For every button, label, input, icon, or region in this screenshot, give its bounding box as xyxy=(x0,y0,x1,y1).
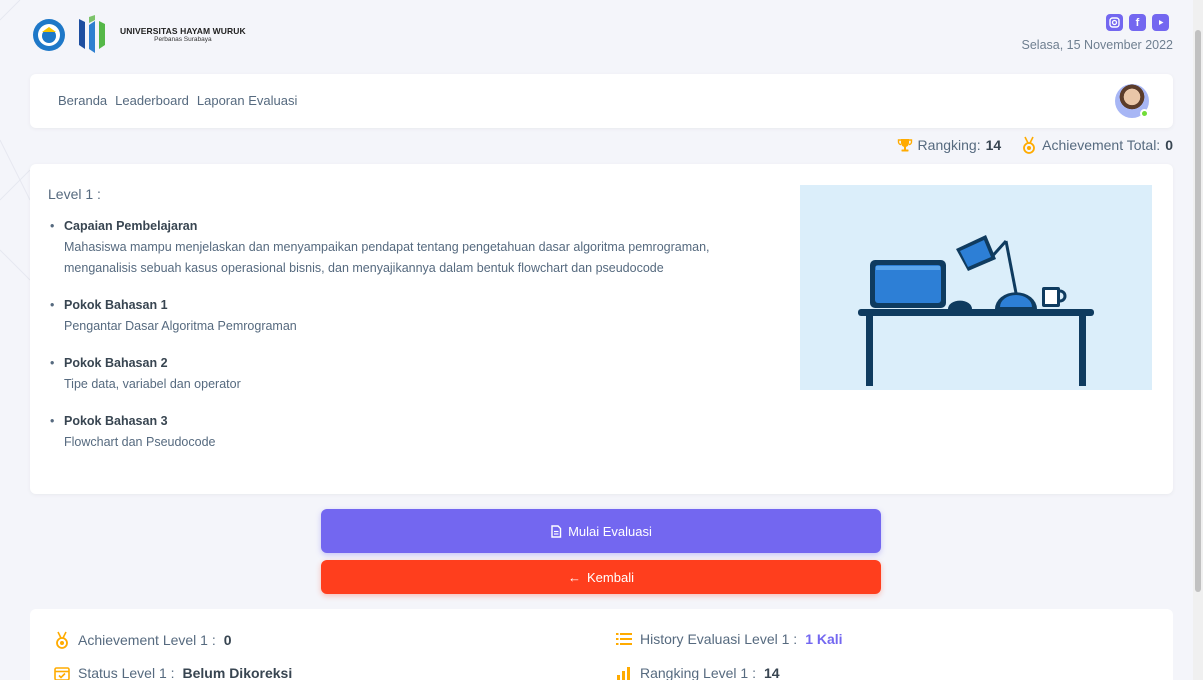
medal-icon xyxy=(1023,136,1036,154)
trophy-icon xyxy=(897,139,912,152)
logo-title: UNIVERSITAS HAYAM WURUK xyxy=(120,25,246,36)
rank-level-label: Rangking Level 1 : xyxy=(640,665,756,680)
status-level-value: Belum Dikoreksi xyxy=(182,665,293,680)
status-level-label: Status Level 1 : xyxy=(78,665,175,680)
item-desc: Tipe data, variabel dan operator xyxy=(64,377,241,391)
item-title: Pokok Bahasan 2 xyxy=(64,356,168,370)
site-header: UNIVERSITAS HAYAM WURUK Perbanas Surabay… xyxy=(30,10,1173,66)
achievement-value: 0 xyxy=(1165,137,1173,153)
arrow-left-icon: ← xyxy=(568,569,582,585)
history-evaluation-label: History Evaluasi Level 1 : xyxy=(640,631,798,647)
achievement-level-label: Achievement Level 1 : xyxy=(78,632,216,648)
start-evaluation-button[interactable]: Mulai Evaluasi xyxy=(321,509,881,553)
youtube-icon[interactable] xyxy=(1152,14,1169,31)
achievement-level-item: Achievement Level 1 : 0 xyxy=(54,631,232,649)
item-title: Pokok Bahasan 3 xyxy=(64,414,168,428)
tut-wuri-logo-icon xyxy=(33,19,65,51)
achievement-label: Achievement Total: xyxy=(1042,137,1161,153)
uhw-logo-icon xyxy=(79,15,105,53)
list-icon xyxy=(616,633,632,645)
list-item: Pokok Bahasan 1 Pengantar Dasar Algoritm… xyxy=(50,295,764,337)
achievement-stat: Achievement Total: 0 xyxy=(1021,136,1173,154)
user-stats: Rangking: 14 Achievement Total: 0 xyxy=(897,136,1173,154)
nav-links: Beranda Leaderboard Laporan Evaluasi xyxy=(58,93,297,108)
university-logo[interactable]: UNIVERSITAS HAYAM WURUK Perbanas Surabay… xyxy=(32,15,246,55)
nav-item-laporan-evaluasi[interactable]: Laporan Evaluasi xyxy=(197,93,297,108)
rank-value: 14 xyxy=(985,137,1002,153)
avatar[interactable] xyxy=(1115,84,1149,118)
history-evaluation-value[interactable]: 1 Kali xyxy=(805,631,842,647)
medal-icon xyxy=(56,631,68,649)
item-title: Capaian Pembelajaran xyxy=(64,219,198,233)
level-title: Level 1 : xyxy=(48,186,101,202)
status-level-item: Status Level 1 : Belum Dikoreksi xyxy=(54,665,292,680)
list-item: Capaian Pembelajaran Mahasiswa mampu men… xyxy=(50,216,764,279)
list-item: Pokok Bahasan 2 Tipe data, variabel dan … xyxy=(50,353,764,395)
navbar: Beranda Leaderboard Laporan Evaluasi xyxy=(30,74,1173,128)
document-icon xyxy=(551,524,562,538)
logo-subtitle: Perbanas Surabaya xyxy=(154,36,212,43)
item-title: Pokok Bahasan 1 xyxy=(64,298,168,312)
social-links: f xyxy=(1106,14,1169,31)
desk-illustration xyxy=(800,185,1152,390)
online-status-dot xyxy=(1140,109,1149,118)
back-label: Kembali xyxy=(587,569,634,585)
item-desc: Pengantar Dasar Algoritma Pemrograman xyxy=(64,319,297,333)
calendar-check-icon xyxy=(54,667,70,680)
list-item: Pokok Bahasan 3 Flowchart dan Pseudocode xyxy=(50,411,764,453)
rank-level-item: Rangking Level 1 : 14 xyxy=(616,665,780,680)
rank-label: Rangking: xyxy=(917,137,981,153)
back-button[interactable]: ← Kembali xyxy=(321,560,881,594)
history-evaluation-item: History Evaluasi Level 1 : 1 Kali xyxy=(616,631,843,647)
facebook-icon[interactable]: f xyxy=(1129,14,1146,31)
level-card: Level 1 : Capaian Pembelajaran Mahasiswa… xyxy=(30,164,1173,494)
scrollbar-thumb[interactable] xyxy=(1195,30,1201,592)
rank-level-value: 14 xyxy=(763,665,780,680)
level-summary-card: Achievement Level 1 : 0 History Evaluasi… xyxy=(30,609,1173,680)
level-items: Capaian Pembelajaran Mahasiswa mampu men… xyxy=(50,216,764,469)
instagram-icon[interactable] xyxy=(1106,14,1123,31)
signal-bars-icon xyxy=(617,667,630,680)
achievement-level-value: 0 xyxy=(223,632,232,648)
start-evaluation-label: Mulai Evaluasi xyxy=(568,523,652,539)
item-desc: Mahasiswa mampu menjelaskan dan menyampa… xyxy=(64,240,710,275)
rank-stat: Rangking: 14 xyxy=(897,137,1002,153)
nav-item-beranda[interactable]: Beranda xyxy=(58,93,107,108)
page-scrollbar[interactable] xyxy=(1193,0,1203,680)
item-desc: Flowchart dan Pseudocode xyxy=(64,435,216,449)
nav-item-leaderboard[interactable]: Leaderboard xyxy=(115,93,189,108)
current-date: Selasa, 15 November 2022 xyxy=(1021,38,1173,52)
